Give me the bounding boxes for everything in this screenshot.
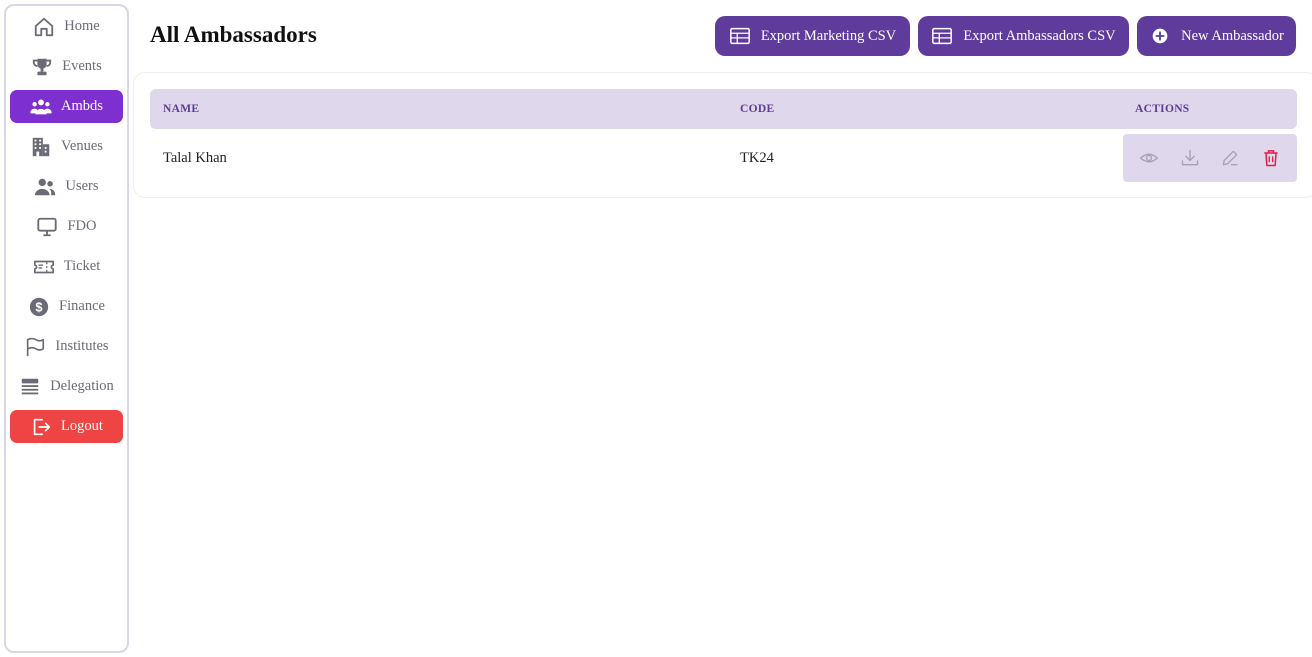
sidebar-item-label: Ambds: [61, 98, 103, 114]
sidebar-item-label: Events: [62, 58, 102, 74]
export-marketing-csv-label: Export Marketing CSV: [760, 27, 897, 44]
sidebar-item-ticket[interactable]: Ticket: [10, 250, 123, 283]
svg-text:$: $: [35, 299, 42, 314]
eye-icon: [1139, 153, 1159, 163]
export-marketing-csv-button[interactable]: Export Marketing CSV: [715, 16, 910, 56]
sidebar-item-home[interactable]: Home: [10, 10, 123, 43]
building-icon: [32, 137, 50, 156]
sidebar-item-label: Home: [64, 18, 100, 34]
sidebar-item-delegation[interactable]: Delegation: [10, 370, 123, 403]
sidebar-item-institutes[interactable]: Institutes: [10, 330, 123, 363]
cell-name: Talal Khan: [163, 150, 227, 166]
download-icon: [1181, 149, 1198, 166]
table-icon: [932, 27, 953, 45]
sidebar-item-users[interactable]: Users: [10, 170, 123, 203]
new-ambassador-button[interactable]: New Ambassador: [1137, 16, 1296, 56]
view-button[interactable]: [1138, 147, 1160, 169]
row-actions: [1123, 134, 1297, 182]
ambassadors-table-card: NAME CODE ACTIONS Talal Khan TK24: [133, 72, 1312, 198]
table-header: NAME CODE ACTIONS: [150, 89, 1297, 129]
table-icon: [729, 27, 750, 45]
sidebar-item-finance[interactable]: $ Finance: [10, 290, 123, 323]
export-ambassadors-csv-button[interactable]: Export Ambassadors CSV: [918, 16, 1129, 56]
pencil-icon: [1222, 150, 1238, 166]
sidebar-item-label: Venues: [61, 138, 103, 154]
edit-button[interactable]: [1219, 147, 1241, 169]
sidebar-item-events[interactable]: Events: [10, 50, 123, 83]
column-header-actions: ACTIONS: [1135, 103, 1190, 115]
flag-icon: [27, 337, 45, 356]
sidebar-item-label: Institutes: [55, 338, 109, 354]
delete-button[interactable]: [1260, 147, 1282, 169]
sidebar-item-venues[interactable]: Venues: [10, 130, 123, 163]
cell-code: TK24: [740, 150, 774, 166]
stack-icon: [21, 378, 39, 394]
new-ambassador-label: New Ambassador: [1181, 27, 1284, 44]
page-title: All Ambassadors: [150, 22, 317, 47]
logout-label: Logout: [61, 418, 103, 434]
plus-circle-icon: [1152, 28, 1168, 44]
trash-icon: [1264, 150, 1278, 167]
logout-icon: [33, 418, 51, 435]
logout-button[interactable]: Logout: [10, 410, 123, 443]
sidebar-item-label: Ticket: [63, 258, 101, 274]
download-button[interactable]: [1179, 147, 1201, 169]
export-ambassadors-csv-label: Export Ambassadors CSV: [963, 27, 1116, 44]
sidebar-item-label: FDO: [67, 218, 97, 234]
sidebar-item-label: Delegation: [50, 378, 114, 394]
users-group-icon: [30, 98, 52, 114]
users-icon: [35, 178, 56, 195]
monitor-icon: [37, 217, 58, 236]
ticket-icon: [33, 260, 54, 273]
dollar-icon: $: [29, 297, 49, 316]
column-header-name: NAME: [163, 103, 200, 115]
sidebar-item-label: Users: [65, 178, 99, 194]
home-icon: [35, 17, 54, 36]
trophy-icon: [33, 58, 52, 75]
sidebar-item-fdo[interactable]: FDO: [10, 210, 123, 243]
column-header-code: CODE: [740, 103, 775, 115]
sidebar: Home Events Ambds Venues Users FDO Ticke…: [4, 4, 129, 653]
sidebar-item-label: Finance: [59, 298, 105, 314]
sidebar-item-ambds[interactable]: Ambds: [10, 90, 123, 123]
